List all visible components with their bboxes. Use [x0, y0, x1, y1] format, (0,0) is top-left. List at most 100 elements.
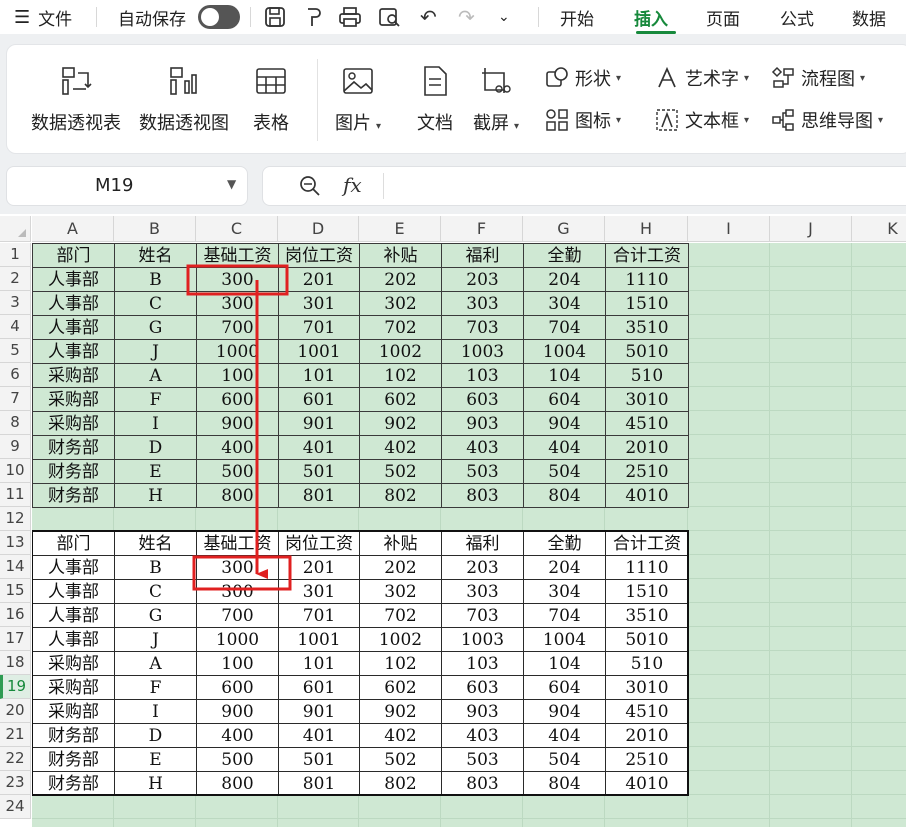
- table-cell[interactable]: 904: [523, 411, 606, 436]
- table-cell[interactable]: I: [114, 411, 197, 436]
- table-cell[interactable]: 人事部: [32, 627, 115, 652]
- save-icon[interactable]: [264, 0, 286, 34]
- column-title-cell[interactable]: 补贴: [359, 243, 442, 268]
- table-cell[interactable]: 4010: [605, 771, 689, 796]
- table-cell[interactable]: 502: [359, 747, 442, 772]
- table-cell[interactable]: 601: [278, 387, 360, 412]
- table-cell[interactable]: 700: [196, 315, 279, 340]
- table-cell[interactable]: 304: [523, 579, 606, 604]
- table-cell[interactable]: 财务部: [32, 435, 115, 460]
- table-cell[interactable]: 1510: [605, 291, 689, 316]
- table-cell[interactable]: 财务部: [32, 747, 115, 772]
- table-cell[interactable]: D: [114, 435, 197, 460]
- table-cell[interactable]: F: [114, 387, 197, 412]
- table-cell[interactable]: 财务部: [32, 459, 115, 484]
- tab-home[interactable]: 开始: [560, 0, 594, 34]
- table-cell[interactable]: 1110: [605, 555, 689, 580]
- table-cell[interactable]: 800: [196, 771, 279, 796]
- chevron-down-icon[interactable]: ▼: [227, 177, 236, 191]
- column-header-c[interactable]: C: [196, 216, 278, 242]
- row-header-17[interactable]: 17: [0, 627, 31, 651]
- table-cell[interactable]: 人事部: [32, 315, 115, 340]
- table-cell[interactable]: 财务部: [32, 771, 115, 796]
- table-cell[interactable]: 304: [523, 291, 606, 316]
- table-cell[interactable]: 财务部: [32, 483, 115, 508]
- table-cell[interactable]: 303: [441, 579, 524, 604]
- select-all-corner[interactable]: [0, 216, 31, 242]
- column-title-cell[interactable]: 补贴: [359, 531, 442, 556]
- table-cell[interactable]: 203: [441, 267, 524, 292]
- table-cell[interactable]: 801: [278, 483, 360, 508]
- icons-button[interactable]: 图标 ▾: [545, 107, 621, 133]
- table-cell[interactable]: C: [114, 579, 197, 604]
- table-cell[interactable]: 3010: [605, 675, 689, 700]
- table-cell[interactable]: 1001: [278, 339, 360, 364]
- table-cell[interactable]: 900: [196, 699, 279, 724]
- table-cell[interactable]: 603: [441, 675, 524, 700]
- table-cell[interactable]: A: [114, 363, 197, 388]
- table-cell[interactable]: 4510: [605, 411, 689, 436]
- table-cell[interactable]: 701: [278, 315, 360, 340]
- table-cell[interactable]: 人事部: [32, 291, 115, 316]
- wordart-button[interactable]: 艺术字 ▾: [655, 65, 749, 91]
- column-title-cell[interactable]: 部门: [32, 531, 115, 556]
- row-header-18[interactable]: 18: [0, 651, 31, 675]
- table-cell[interactable]: 300: [196, 267, 279, 292]
- table-cell[interactable]: 1003: [441, 339, 524, 364]
- table-cell[interactable]: 704: [523, 603, 606, 628]
- column-title-cell[interactable]: 福利: [441, 531, 524, 556]
- table-cell[interactable]: 4010: [605, 483, 689, 508]
- table-cell[interactable]: 204: [523, 267, 606, 292]
- table-cell[interactable]: 人事部: [32, 339, 115, 364]
- textbox-button[interactable]: 文本框 ▾: [655, 107, 749, 133]
- table-cell[interactable]: 602: [359, 387, 442, 412]
- row-header-24[interactable]: 24: [0, 795, 31, 819]
- mindmap-button[interactable]: 思维导图 ▾: [771, 107, 883, 133]
- table-cell[interactable]: 510: [605, 651, 689, 676]
- table-cell[interactable]: 601: [278, 675, 360, 700]
- table-cell[interactable]: 802: [359, 483, 442, 508]
- tab-insert[interactable]: 插入: [634, 0, 668, 34]
- table-cell[interactable]: E: [114, 747, 197, 772]
- table-cell[interactable]: 400: [196, 435, 279, 460]
- table-cell[interactable]: 700: [196, 603, 279, 628]
- row-header-4[interactable]: 4: [0, 315, 31, 339]
- table-cell[interactable]: 采购部: [32, 699, 115, 724]
- screenshot-button[interactable]: 截屏 ▾: [473, 65, 519, 135]
- table-cell[interactable]: B: [114, 555, 197, 580]
- column-title-cell[interactable]: 基础工资: [196, 243, 279, 268]
- table-cell[interactable]: 404: [523, 435, 606, 460]
- table-cell[interactable]: I: [114, 699, 197, 724]
- table-cell[interactable]: 801: [278, 771, 360, 796]
- table-cell[interactable]: 5010: [605, 339, 689, 364]
- table-cell[interactable]: 502: [359, 459, 442, 484]
- print-preview-icon[interactable]: [378, 0, 402, 34]
- row-header-8[interactable]: 8: [0, 411, 31, 435]
- zoom-icon[interactable]: [299, 175, 321, 202]
- picture-button[interactable]: 图片 ▾: [335, 65, 381, 135]
- table-cell[interactable]: 402: [359, 435, 442, 460]
- column-title-cell[interactable]: 合计工资: [605, 243, 689, 268]
- row-header-2[interactable]: 2: [0, 267, 31, 291]
- undo-icon[interactable]: ↶: [420, 0, 437, 34]
- column-header-b[interactable]: B: [114, 216, 196, 242]
- table-cell[interactable]: 902: [359, 699, 442, 724]
- table-cell[interactable]: 102: [359, 363, 442, 388]
- column-title-cell[interactable]: 基础工资: [196, 531, 279, 556]
- row-header-1[interactable]: 1: [0, 243, 31, 267]
- table-cell[interactable]: 403: [441, 723, 524, 748]
- table-cell[interactable]: 2010: [605, 723, 689, 748]
- table-cell[interactable]: 404: [523, 723, 606, 748]
- row-header-19[interactable]: 19: [0, 675, 31, 699]
- row-header-6[interactable]: 6: [0, 363, 31, 387]
- table-cell[interactable]: 303: [441, 291, 524, 316]
- table-cell[interactable]: 1000: [196, 627, 279, 652]
- table-cell[interactable]: 1002: [359, 627, 442, 652]
- cell-area[interactable]: 部门 姓名 基础工资 岗位工资 补贴 福利 全勤 合计工资 人事部 B 300 201 202 203 20…: [32, 243, 906, 827]
- table-cell[interactable]: 903: [441, 699, 524, 724]
- row-header-22[interactable]: 22: [0, 747, 31, 771]
- table-cell[interactable]: 510: [605, 363, 689, 388]
- table-cell[interactable]: 703: [441, 315, 524, 340]
- name-box[interactable]: M19 ▼: [6, 166, 248, 206]
- table-cell[interactable]: 701: [278, 603, 360, 628]
